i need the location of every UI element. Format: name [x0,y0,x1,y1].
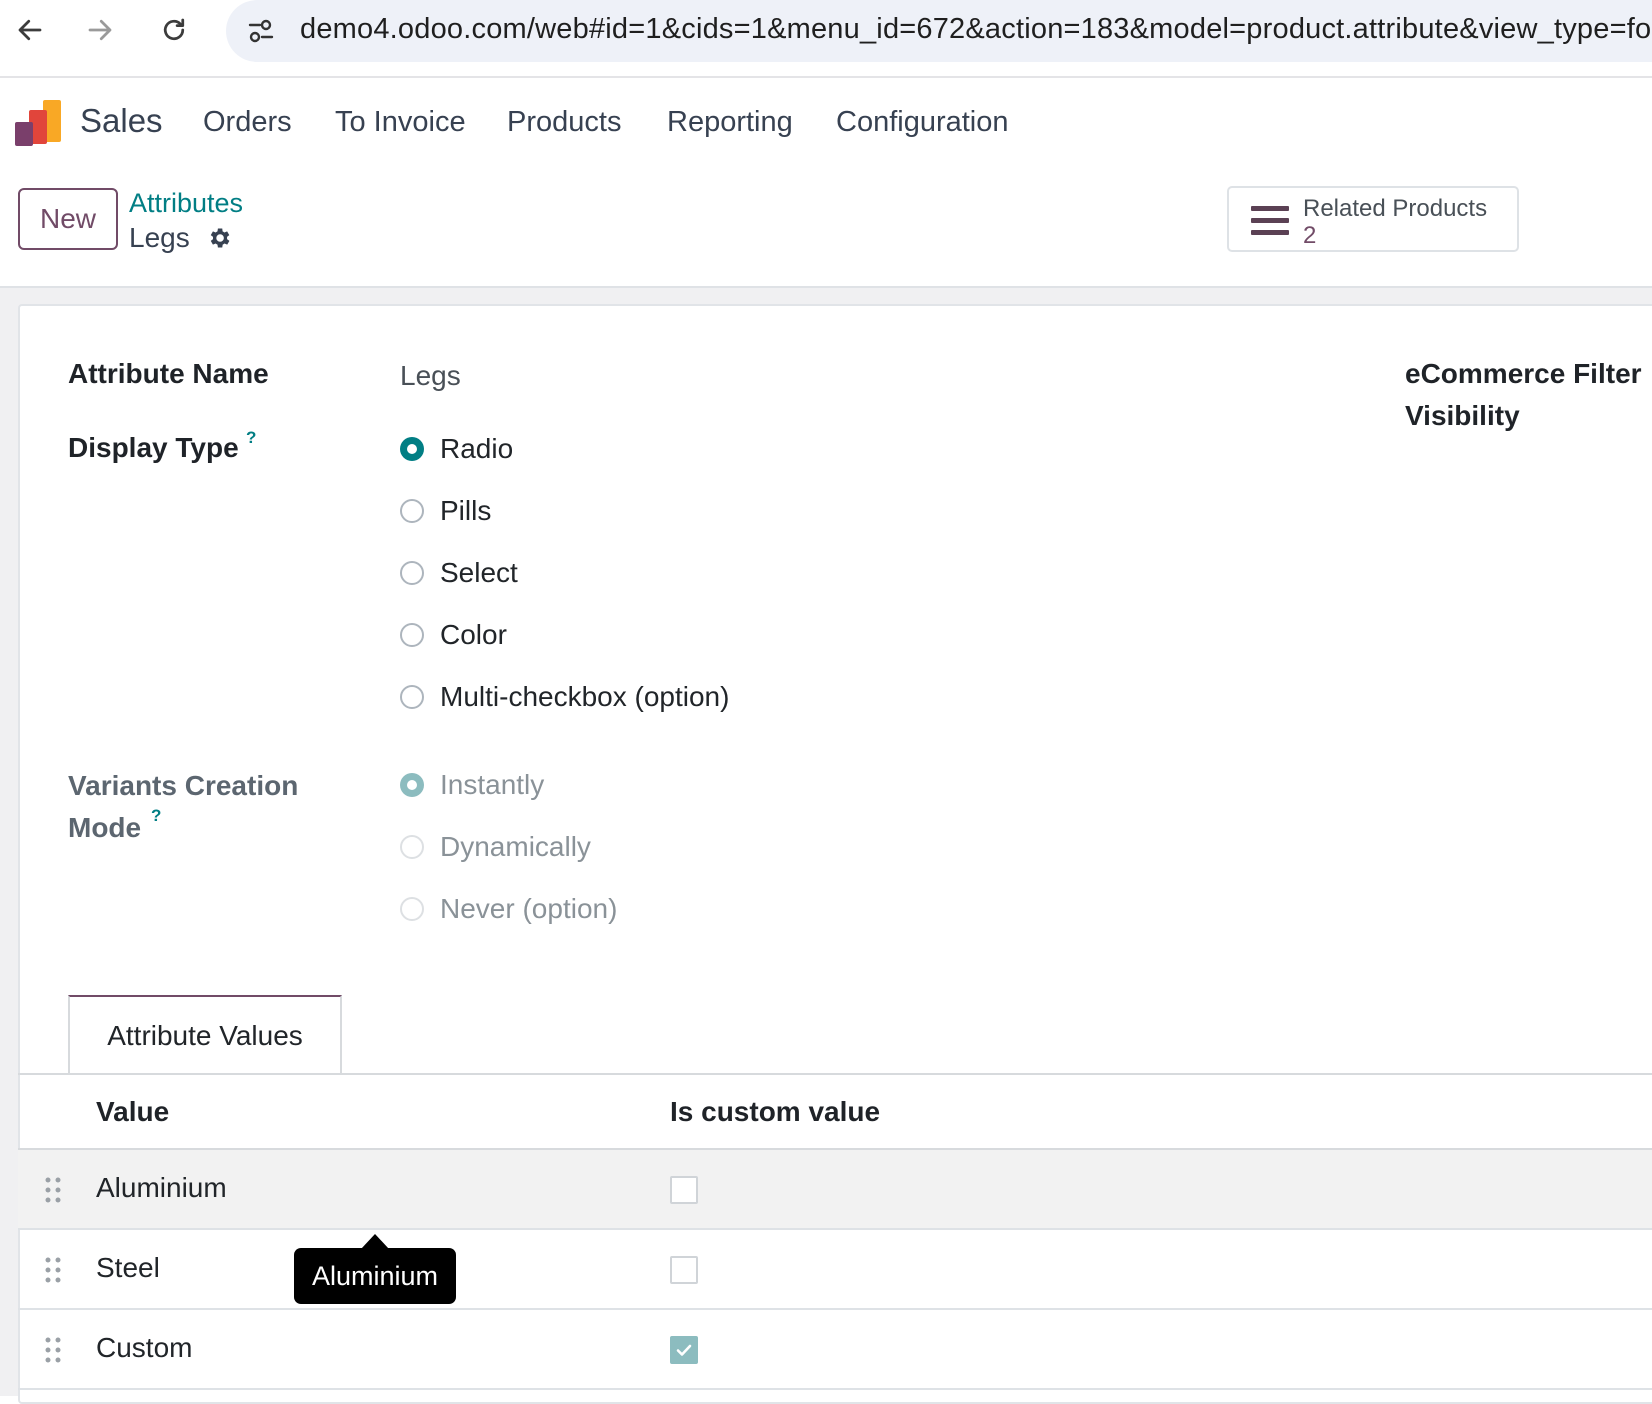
list-icon [1251,206,1289,235]
new-button[interactable]: New [18,188,118,250]
tune-icon[interactable] [244,14,278,48]
radio-checked-icon [400,773,424,797]
url-text[interactable]: demo4.odoo.com/web#id=1&cids=1&menu_id=6… [300,13,1652,46]
is-custom-checkbox[interactable] [670,1336,698,1364]
arrow-left-icon [18,19,42,41]
menu-item-reporting[interactable]: Reporting [667,106,793,139]
radio-option-label: Radio [440,433,514,464]
display-type-radio-pills[interactable]: Pills [400,491,491,531]
related-products-label: Related Products [1303,195,1488,222]
reload-icon [163,18,185,41]
related-products-button[interactable]: Related Products 2 [1227,186,1519,252]
drag-handle-icon[interactable] [44,1336,62,1364]
radio-option-label: Dynamically [440,831,591,862]
address-bar[interactable]: demo4.odoo.com/web#id=1&cids=1&menu_id=6… [226,0,1652,62]
row-value-cell[interactable]: Aluminium [96,1172,227,1204]
variants-help-icon[interactable]: ? [151,806,161,826]
attribute-name-label: Attribute Name [68,358,269,389]
variants-creation-label: Variants Creation [68,770,299,801]
app-name[interactable]: Sales [80,102,163,140]
is-custom-checkbox[interactable] [670,1256,698,1284]
breadcrumb-current: Legs [129,222,190,253]
checkmark-icon [676,1344,692,1356]
radio-option-label: Select [440,557,518,588]
breadcrumb-attributes-link[interactable]: Attributes [129,188,243,219]
radio-option-label: Never (option) [440,893,618,924]
radio-option-label: Multi-checkbox (option) [440,681,730,712]
radio-unchecked-icon [400,685,424,709]
tooltip: Aluminium [294,1248,457,1304]
tab-divider [18,1073,1652,1075]
is-custom-checkbox[interactable] [670,1176,698,1204]
variants-radio-dynamically: Dynamically [400,827,591,867]
variants-radio-never: Never (option) [400,889,617,929]
ecommerce-filter-visibility-label-line2: Visibility [1405,400,1520,431]
radio-unchecked-icon [400,499,424,523]
menu-item-configuration[interactable]: Configuration [836,106,1009,139]
radio-checked-icon [400,437,424,461]
drag-handle-icon[interactable] [44,1176,62,1204]
radio-unchecked-icon [400,561,424,585]
variants-radio-instantly: Instantly [400,765,544,805]
radio-unchecked-icon [400,835,424,859]
display-type-radio-color[interactable]: Color [400,615,507,655]
table-row[interactable]: Steel [18,1230,1652,1310]
display-type-radio-multi-checkbox[interactable]: Multi-checkbox (option) [400,677,729,717]
menu-item-to-invoice[interactable]: To Invoice [335,106,466,139]
radio-option-label: Instantly [440,769,545,800]
reload-button[interactable] [152,8,196,52]
browser-toolbar: demo4.odoo.com/web#id=1&cids=1&menu_id=6… [0,0,1652,78]
row-value-cell[interactable]: Custom [96,1332,192,1364]
tooltip-arrow [361,1234,389,1249]
menu-item-orders[interactable]: Orders [203,106,292,139]
column-header-value[interactable]: Value [96,1096,169,1128]
related-products-count: 2 [1303,222,1317,249]
drag-handle-icon[interactable] [44,1256,62,1284]
display-type-radio-select[interactable]: Select [400,553,518,593]
sales-app-logo-icon[interactable] [14,100,62,146]
radio-unchecked-icon [400,897,424,921]
variants-creation-label-line2: Mode [68,812,142,843]
tab-attribute-values[interactable]: Attribute Values [68,995,342,1075]
table-row[interactable]: Custom [18,1310,1652,1390]
column-header-is-custom-value[interactable]: Is custom value [670,1096,880,1128]
gear-icon[interactable] [206,225,232,251]
row-value-cell[interactable]: Steel [96,1252,160,1284]
ecommerce-filter-visibility-label: eCommerce Filter [1405,358,1642,389]
table-row[interactable]: Aluminium [18,1150,1652,1230]
display-type-radio-radio[interactable]: Radio [400,429,513,469]
radio-option-label: Pills [440,495,492,526]
radio-unchecked-icon [400,623,424,647]
display-type-help-icon[interactable]: ? [246,428,256,448]
forward-button[interactable] [78,8,122,52]
arrow-right-icon [88,19,112,41]
attribute-name-field[interactable]: Legs [400,360,461,392]
radio-option-label: Color [440,619,507,650]
menu-item-products[interactable]: Products [507,106,621,139]
display-type-label: Display Type [68,432,239,463]
back-button[interactable] [8,8,52,52]
